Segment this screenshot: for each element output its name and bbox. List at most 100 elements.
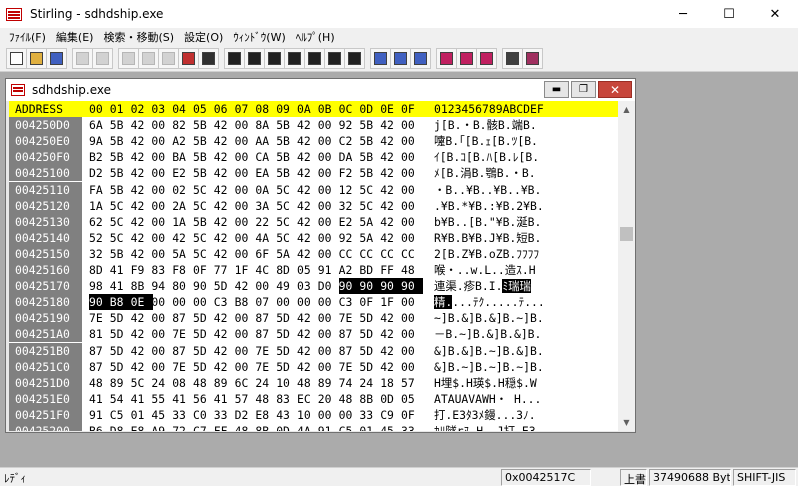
- ascii-text[interactable]: 喉・..w.L..造ｽ.H: [434, 262, 536, 278]
- hex-byte[interactable]: 41: [172, 391, 194, 407]
- ascii-text[interactable]: &]B.~]B.~]B.~]B.: [434, 359, 544, 375]
- hex-byte[interactable]: 08: [172, 375, 194, 391]
- hex-byte[interactable]: 00: [235, 149, 257, 165]
- hex-row[interactable]: 00425180 90 B8 0E 00 00 00 C3 B8 07 00 00 00 C3 0F 1F 00…: [9, 294, 618, 311]
- hex-byte[interactable]: 49: [276, 278, 298, 294]
- hex-byte[interactable]: 00: [318, 310, 340, 326]
- hex-byte[interactable]: 48: [297, 375, 319, 391]
- hex-byte[interactable]: 5D: [110, 326, 132, 342]
- hex-byte[interactable]: 00: [235, 230, 257, 246]
- hex-byte[interactable]: 00: [255, 278, 277, 294]
- hex-byte[interactable]: CC: [380, 246, 402, 262]
- hex-byte[interactable]: 42: [297, 246, 319, 262]
- hex-row[interactable]: 004250F0 B2 5B 42 00 BA 5B 42 00 CA 5B 42 00 DA 5B 42 00…: [9, 149, 618, 166]
- hex-byte[interactable]: 00: [151, 117, 173, 133]
- hex-byte[interactable]: 5B: [110, 149, 132, 165]
- hex-byte[interactable]: 5D: [276, 343, 298, 359]
- hex-byte[interactable]: BD: [359, 262, 381, 278]
- hex-byte[interactable]: E8: [131, 423, 153, 431]
- ascii-text[interactable]: 2[B.Z¥B.oZB.ﾌﾌﾌﾌ: [434, 246, 539, 262]
- hex-byte[interactable]: 57: [235, 391, 257, 407]
- hex-byte[interactable]: 0F: [401, 407, 423, 423]
- hex-byte[interactable]: 5A: [359, 214, 381, 230]
- print-button[interactable]: [502, 48, 523, 69]
- hex-row[interactable]: 00425130 62 5C 42 00 1A 5B 42 00 22 5C 42 00 E2 5A 42 00…: [9, 213, 618, 230]
- hex-byte[interactable]: 5C: [276, 230, 298, 246]
- hex-byte[interactable]: F2: [339, 165, 361, 181]
- jump-end-button[interactable]: [410, 48, 431, 69]
- hex-byte[interactable]: 5D: [276, 326, 298, 342]
- jump-mark-button[interactable]: [390, 48, 411, 69]
- hex-byte[interactable]: 87: [89, 343, 111, 359]
- hex-byte[interactable]: 42: [380, 117, 402, 133]
- hex-byte[interactable]: 8B: [131, 278, 153, 294]
- hex-byte[interactable]: 8B: [359, 391, 381, 407]
- hex-byte[interactable]: B2: [89, 149, 111, 165]
- hex-byte[interactable]: 7E: [339, 359, 361, 375]
- hex-byte[interactable]: 00: [235, 117, 257, 133]
- hex-byte[interactable]: 5C: [276, 214, 298, 230]
- hex-byte[interactable]: 1A: [89, 198, 111, 214]
- hex-byte[interactable]: 00: [193, 294, 215, 310]
- hex-byte[interactable]: 90: [359, 278, 382, 295]
- hex-byte[interactable]: C5: [110, 407, 132, 423]
- hex-byte[interactable]: 42: [214, 214, 236, 230]
- hex-byte[interactable]: 5D: [276, 310, 298, 326]
- ascii-text[interactable]: b¥B..[B."¥B.涎B.: [434, 214, 541, 230]
- hex-byte[interactable]: 4A: [297, 423, 319, 431]
- ascii-text[interactable]: ATAUAVAWH・ H...: [434, 391, 541, 407]
- hex-byte[interactable]: 42: [297, 359, 319, 375]
- hex-byte[interactable]: 74: [339, 375, 361, 391]
- hex-byte[interactable]: 00: [151, 198, 173, 214]
- hex-byte[interactable]: 00: [235, 326, 257, 342]
- app-icon[interactable]: [6, 7, 22, 21]
- hex-byte[interactable]: 48: [255, 391, 277, 407]
- hex-byte[interactable]: 42: [214, 246, 236, 262]
- hex-byte[interactable]: B6: [89, 423, 111, 431]
- hex-byte[interactable]: 5D: [359, 359, 381, 375]
- hex-byte[interactable]: 94: [151, 278, 173, 294]
- hex-byte[interactable]: 00: [172, 294, 194, 310]
- hex-byte[interactable]: E8: [255, 407, 277, 423]
- hex-byte[interactable]: 00: [318, 182, 340, 198]
- hex-byte[interactable]: 8B: [255, 423, 277, 431]
- hex-byte[interactable]: 00: [151, 246, 173, 262]
- hex-byte[interactable]: 00: [401, 294, 423, 310]
- hex-byte[interactable]: 1F: [235, 262, 257, 278]
- hex-byte[interactable]: 5B: [359, 165, 381, 181]
- hex-byte[interactable]: 10: [297, 407, 319, 423]
- ascii-text[interactable]: ｲ[B.ｺ[B.ﾊ[B.ﾚ[B.: [434, 149, 539, 165]
- hex-byte[interactable]: 5B: [276, 117, 298, 133]
- bookmark-next-button[interactable]: [456, 48, 477, 69]
- copy-button[interactable]: [138, 48, 159, 69]
- hex-byte[interactable]: 90: [338, 278, 361, 295]
- hex-byte[interactable]: 5B: [193, 165, 215, 181]
- hex-byte[interactable]: 33: [359, 407, 381, 423]
- hex-byte[interactable]: 83: [276, 391, 298, 407]
- hex-byte[interactable]: 42: [380, 165, 402, 181]
- hex-byte[interactable]: 00: [318, 343, 340, 359]
- hex-byte[interactable]: 42: [297, 326, 319, 342]
- delete-button[interactable]: [178, 48, 199, 69]
- hex-byte[interactable]: 00: [151, 214, 173, 230]
- hex-byte[interactable]: A2: [339, 262, 361, 278]
- hex-byte[interactable]: 42: [297, 198, 319, 214]
- hex-byte[interactable]: 5B: [276, 165, 298, 181]
- hex-byte[interactable]: 5D: [276, 359, 298, 375]
- hex-row[interactable]: 00425160 8D 41 F9 83 F8 0F 77 1F 4C 8D 05 91 A2 BD FF 48…: [9, 262, 618, 278]
- hex-byte[interactable]: 00: [401, 133, 423, 149]
- hex-byte[interactable]: 90: [380, 278, 403, 295]
- hex-byte[interactable]: 5B: [110, 165, 132, 181]
- hex-row[interactable]: 00425190 7E 5D 42 00 87 5D 42 00 87 5D 42 00 7E 5D 42 00…: [9, 310, 618, 327]
- hex-byte[interactable]: 42: [235, 278, 257, 294]
- hex-byte[interactable]: 00: [318, 359, 340, 375]
- scroll-thumb[interactable]: [620, 227, 633, 241]
- hex-row[interactable]: 004251E0 41 54 41 55 41 56 41 57 48 83 EC 20 48 8B 0D 05…: [9, 390, 618, 407]
- hex-byte[interactable]: 33: [214, 407, 236, 423]
- close-button[interactable]: ✕: [752, 0, 798, 28]
- menu-search[interactable]: 検索・移動(S): [98, 29, 179, 45]
- hex-byte[interactable]: 42: [380, 214, 402, 230]
- hex-byte[interactable]: 42: [131, 133, 153, 149]
- hex-byte[interactable]: 00: [401, 198, 423, 214]
- hex-byte[interactable]: 42: [297, 214, 319, 230]
